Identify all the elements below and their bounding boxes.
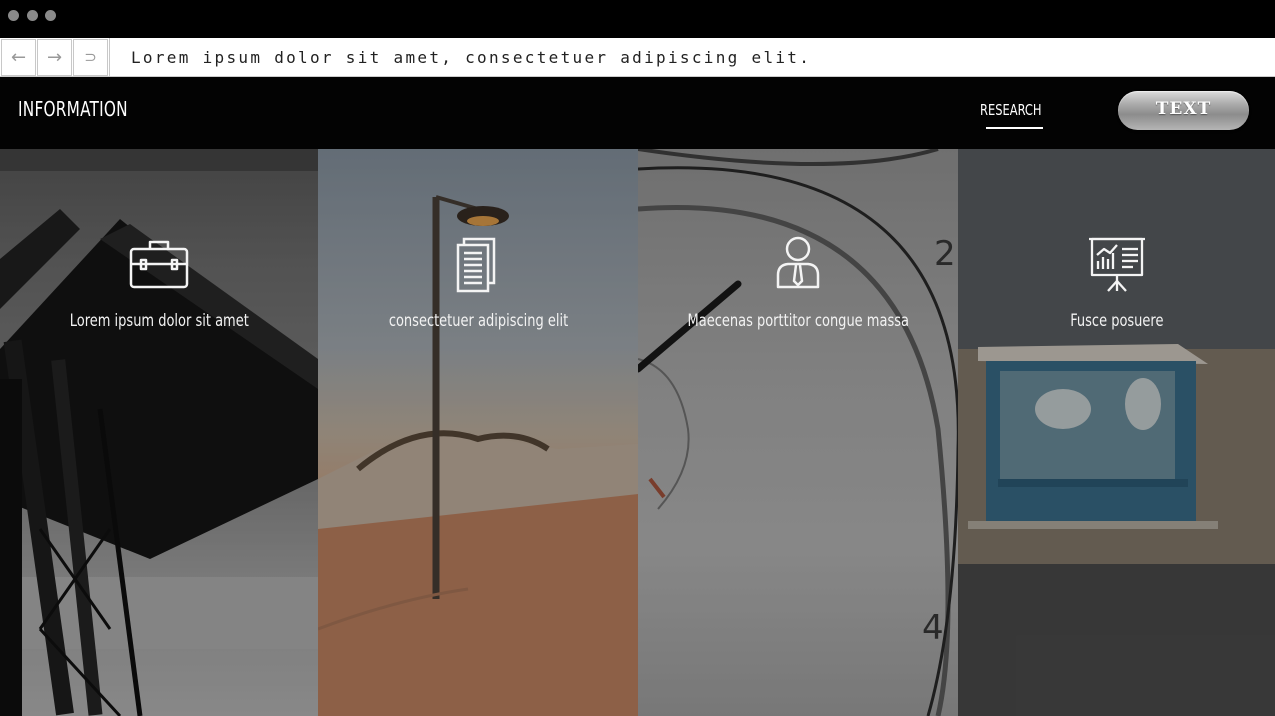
documents-icon xyxy=(456,237,496,293)
feature-panel-2[interactable]: consectetuer adipiscing elit xyxy=(318,149,638,716)
feature-panel-4[interactable]: Fusce posuere xyxy=(958,149,1275,716)
reload-icon: ⊃ xyxy=(84,48,97,66)
forward-arrow-icon: → xyxy=(46,47,63,68)
panel-3-label: Maecenas porttitor congue massa xyxy=(687,311,909,331)
panel-2-label: consectetuer adipiscing elit xyxy=(388,311,568,331)
nav-link-active-underline xyxy=(986,127,1043,129)
window-close-dot[interactable] xyxy=(8,10,19,21)
window-titlebar xyxy=(0,0,1275,38)
text-button[interactable]: TEXT xyxy=(1118,91,1249,130)
back-button[interactable]: ← xyxy=(1,39,36,76)
panel-1-label: Lorem ipsum dolor sit amet xyxy=(69,311,249,331)
feature-panel-3[interactable]: 2 4 Maecenas porttitor congue massa xyxy=(638,149,958,716)
forward-button[interactable]: → xyxy=(37,39,72,76)
presentation-chart-icon xyxy=(1088,237,1145,292)
businessman-icon xyxy=(776,236,820,289)
panel-4-label: Fusce posuere xyxy=(1069,311,1164,331)
window-minimize-dot[interactable] xyxy=(27,10,38,21)
briefcase-icon xyxy=(129,240,189,289)
address-divider xyxy=(109,38,110,77)
reload-button[interactable]: ⊃ xyxy=(73,39,108,76)
page-header: INFORMATION RESEARCH xyxy=(0,77,1275,149)
feature-panels: Lorem ipsum dolor sit amet consectetuer … xyxy=(0,149,1275,716)
address-bar: ← → ⊃ Lorem ipsum dolor sit amet, consec… xyxy=(0,38,1275,77)
address-input[interactable]: Lorem ipsum dolor sit amet, consectetuer… xyxy=(131,38,811,77)
back-arrow-icon: ← xyxy=(10,47,27,68)
site-logo[interactable]: INFORMATION xyxy=(18,97,128,121)
feature-panel-1[interactable]: Lorem ipsum dolor sit amet xyxy=(0,149,318,716)
window-maximize-dot[interactable] xyxy=(45,10,56,21)
nav-link-research[interactable]: RESEARCH xyxy=(980,101,1042,119)
